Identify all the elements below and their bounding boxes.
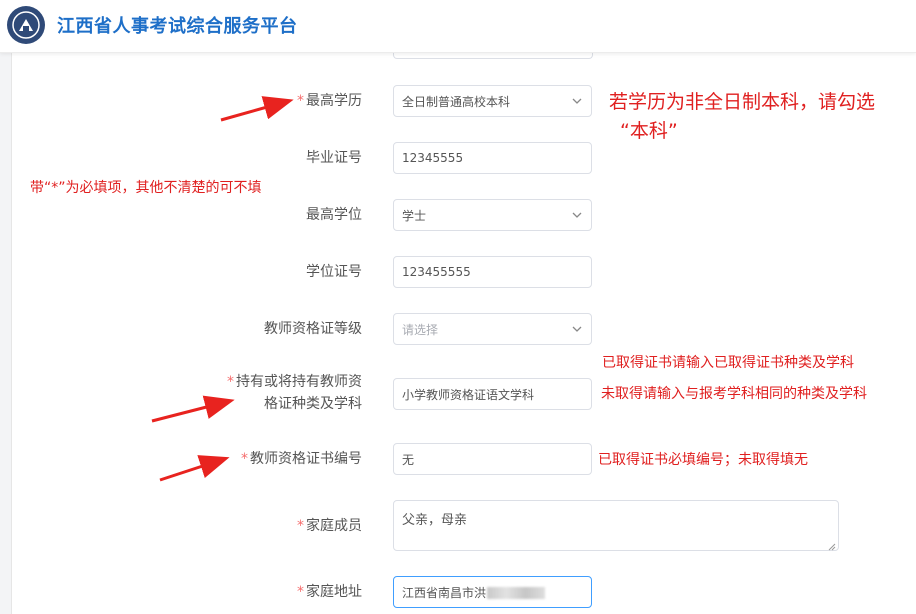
- education-value: 全日制普通高校本科: [402, 94, 511, 109]
- teacher-cert-level-select[interactable]: 请选择: [393, 313, 592, 345]
- home-address-input[interactable]: 江西省南昌市洪: [393, 576, 592, 608]
- cert-type-note-2: 未取得请输入与报考学科相同的种类及学科: [601, 386, 867, 402]
- teacher-cert-no-value: 无: [402, 452, 415, 467]
- sidebar-edge: [0, 52, 12, 614]
- degree-select[interactable]: 学士: [393, 199, 592, 231]
- redacted-text: [487, 587, 546, 599]
- site-title[interactable]: 江西省人事考试综合服务平台: [57, 12, 298, 38]
- education-note: 若学历为非全日制本科，请勾选: [609, 91, 876, 113]
- required-fields-note: 带“*”为必填项，其他不清楚的可不填: [30, 180, 262, 196]
- education-note-2: “本科”: [620, 120, 678, 142]
- teacher-cert-no-label: * 教师资格证书编号: [241, 451, 362, 467]
- teacher-cert-no-input[interactable]: 无: [393, 443, 592, 475]
- diploma-no-label: 毕业证号: [306, 150, 362, 166]
- family-members-value: 父亲，母亲: [402, 513, 468, 528]
- home-address-value: 江西省南昌市洪: [402, 585, 487, 600]
- degree-no-value: 123455555: [402, 265, 471, 279]
- chevron-down-icon: [571, 95, 583, 107]
- family-members-label: * 家庭成员: [297, 518, 362, 534]
- emblem-icon[interactable]: [7, 6, 45, 44]
- degree-no-label: 学位证号: [306, 264, 362, 280]
- degree-value: 学士: [402, 208, 427, 223]
- education-select[interactable]: 全日制普通高校本科: [393, 85, 592, 117]
- teacher-cert-level-placeholder: 请选择: [402, 322, 439, 337]
- teacher-cert-type-value: 小学教师资格证语文学科: [402, 387, 535, 402]
- education-label: * 最高学历: [297, 93, 362, 109]
- teacher-cert-level-label: 教师资格证等级: [264, 321, 362, 337]
- home-address-label: * 家庭地址: [297, 584, 362, 600]
- chevron-down-icon: [571, 209, 583, 221]
- diploma-no-value: 12345555: [402, 151, 464, 165]
- degree-no-input[interactable]: 123455555: [393, 256, 592, 288]
- resize-handle-icon[interactable]: [828, 540, 836, 551]
- cert-type-note-1: 已取得证书请输入已取得证书种类及学科: [602, 355, 854, 371]
- degree-label: 最高学位: [306, 207, 362, 223]
- cert-no-note: 已取得证书必填编号；未取得填无: [598, 452, 808, 468]
- teacher-cert-type-input[interactable]: 小学教师资格证语文学科: [393, 378, 592, 410]
- teacher-cert-type-label: * 持有或将持有教师资 格证种类及学科: [227, 374, 362, 412]
- top-header: 江西省人事考试综合服务平台: [0, 0, 916, 53]
- chevron-down-icon: [571, 323, 583, 335]
- family-members-textarea[interactable]: 父亲，母亲: [393, 500, 839, 551]
- diploma-no-input[interactable]: 12345555: [393, 142, 592, 174]
